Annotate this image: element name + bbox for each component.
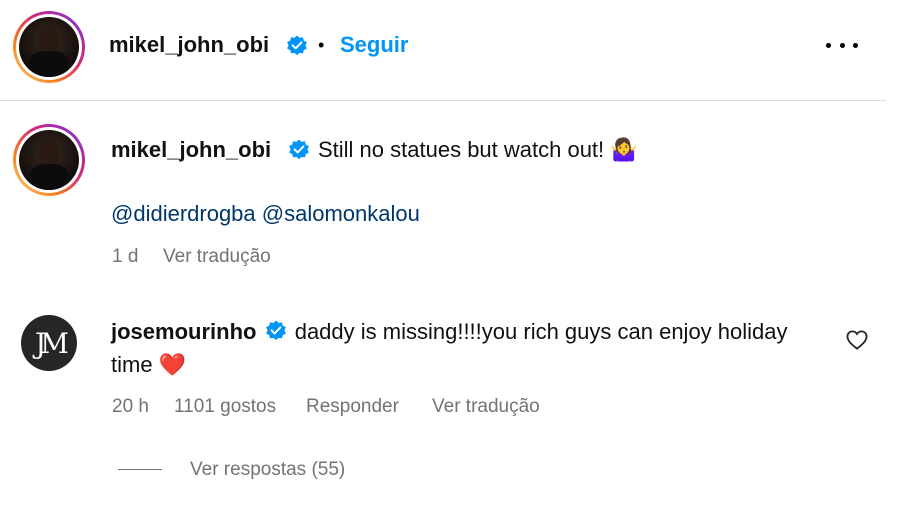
caption-mentions[interactable]: @didierdrogba @salomonkalou xyxy=(111,201,420,227)
follow-button[interactable]: Seguir xyxy=(340,32,408,58)
header-separator: • xyxy=(318,35,325,55)
comment-body: josemourinho daddy is missing!!!!you ric… xyxy=(111,315,811,381)
verified-badge-icon xyxy=(265,320,286,341)
caption-text: Still no statues but watch out! 🤷‍♀️ xyxy=(318,137,638,162)
comment-translate-link[interactable]: Ver tradução xyxy=(432,396,540,418)
comment-likes[interactable]: 1101 gostos xyxy=(174,396,276,418)
post-header: mikel_john_obi • Seguir xyxy=(0,0,886,101)
caption-translate-link[interactable]: Ver tradução xyxy=(163,246,271,268)
author-avatar[interactable] xyxy=(13,11,85,83)
comment-username[interactable]: josemourinho xyxy=(111,319,256,344)
reply-button[interactable]: Responder xyxy=(306,396,399,418)
replies-divider xyxy=(118,469,162,470)
caption-author-avatar[interactable] xyxy=(13,124,85,196)
verified-badge-icon xyxy=(289,139,309,160)
commenter-avatar[interactable]: JM xyxy=(21,315,77,371)
caption-time: 1 d xyxy=(112,246,139,267)
header-username[interactable]: mikel_john_obi xyxy=(109,32,269,58)
verified-badge-icon xyxy=(287,35,307,56)
view-replies-button[interactable]: Ver respostas (55) xyxy=(190,459,345,481)
more-options-icon[interactable] xyxy=(826,38,858,52)
heart-outline-icon[interactable] xyxy=(846,330,868,350)
comment-time: 20 h xyxy=(112,396,149,417)
caption-username[interactable]: mikel_john_obi xyxy=(111,137,271,163)
